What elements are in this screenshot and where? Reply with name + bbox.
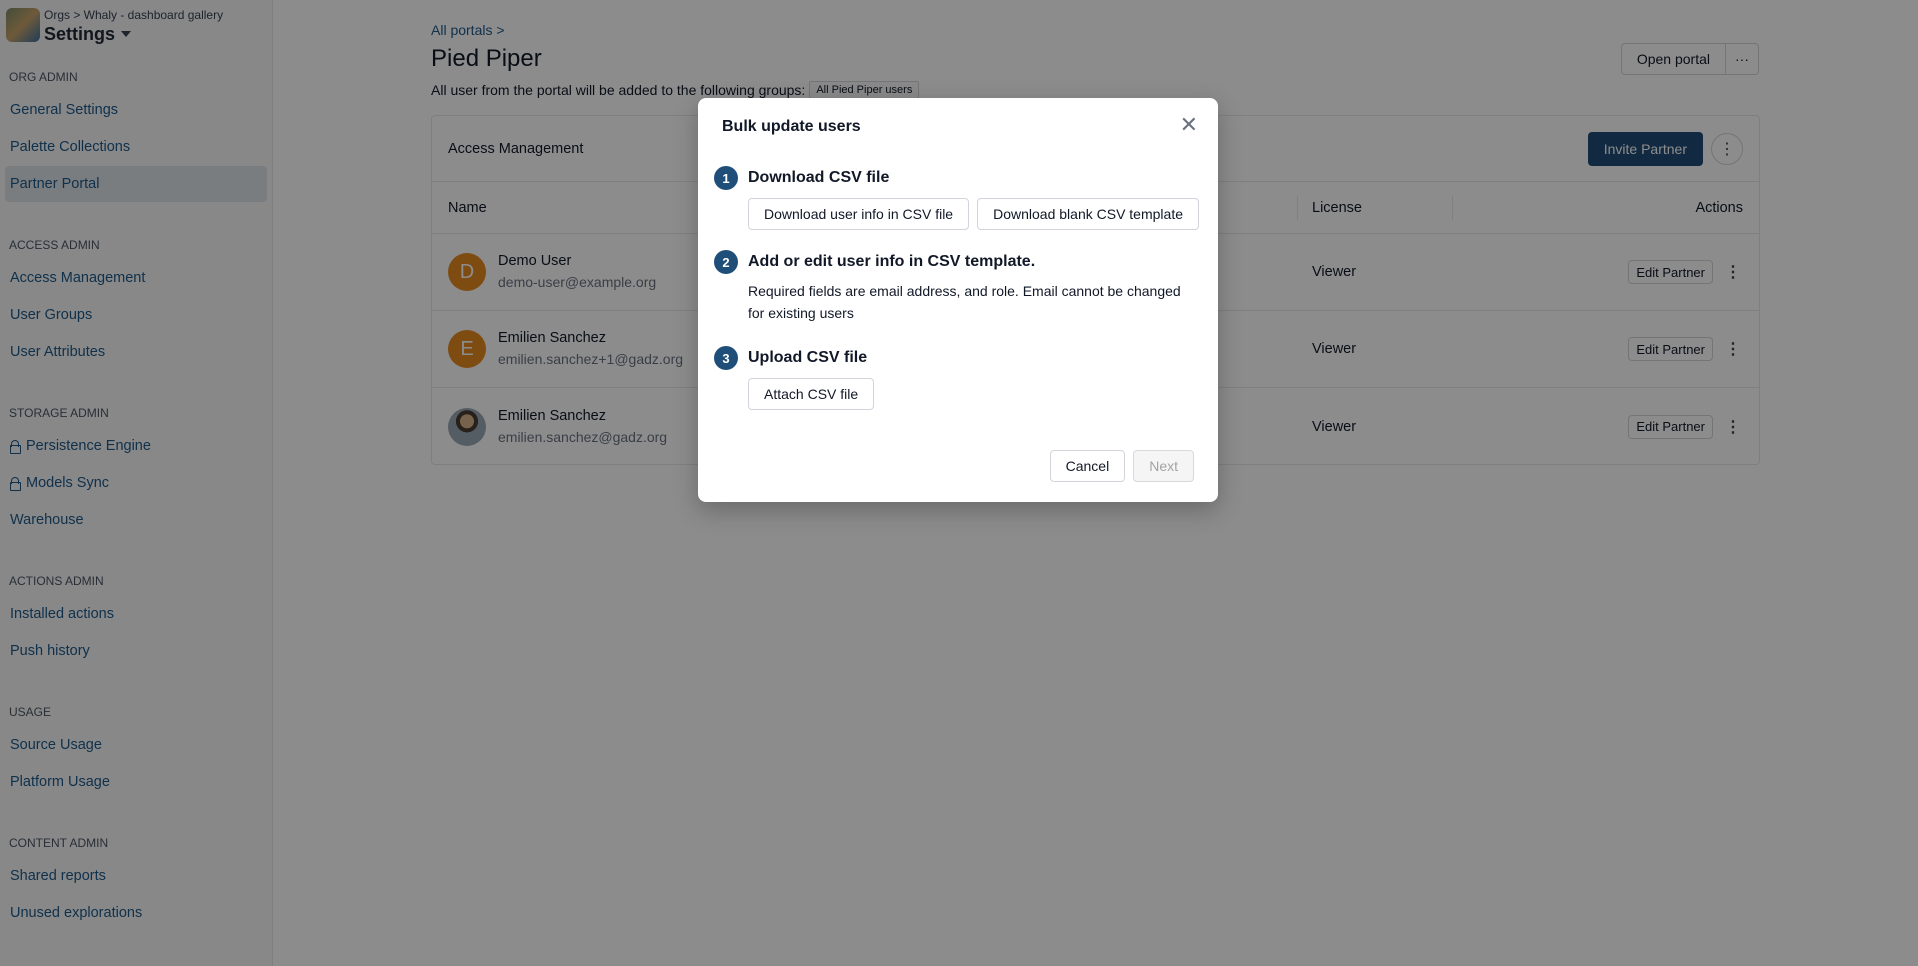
next-button[interactable]: Next: [1133, 450, 1194, 482]
cancel-button[interactable]: Cancel: [1049, 450, 1126, 482]
step-edit: 2 Add or edit user info in CSV template.…: [714, 250, 1188, 324]
download-user-info-button[interactable]: Download user info in CSV file: [748, 198, 970, 230]
step-number: 2: [714, 250, 738, 274]
bulk-update-modal: Bulk update users ✕ 1 Download CSV file …: [698, 98, 1218, 502]
download-template-button[interactable]: Download blank CSV template: [977, 198, 1199, 230]
step-upload: 3 Upload CSV file Attach CSV file: [714, 346, 882, 410]
step-number: 3: [714, 346, 738, 370]
step-title: Download CSV file: [748, 169, 890, 186]
step-title: Upload CSV file: [748, 349, 868, 366]
close-icon[interactable]: ✕: [1180, 114, 1198, 136]
step-title: Add or edit user info in CSV template.: [748, 253, 1036, 270]
step-description: Required fields are email address, and r…: [748, 283, 1181, 321]
step-number: 1: [714, 166, 738, 190]
step-download: 1 Download CSV file Download user info i…: [714, 166, 1207, 230]
modal-title: Bulk update users: [722, 118, 861, 135]
attach-csv-button[interactable]: Attach CSV file: [748, 378, 875, 410]
